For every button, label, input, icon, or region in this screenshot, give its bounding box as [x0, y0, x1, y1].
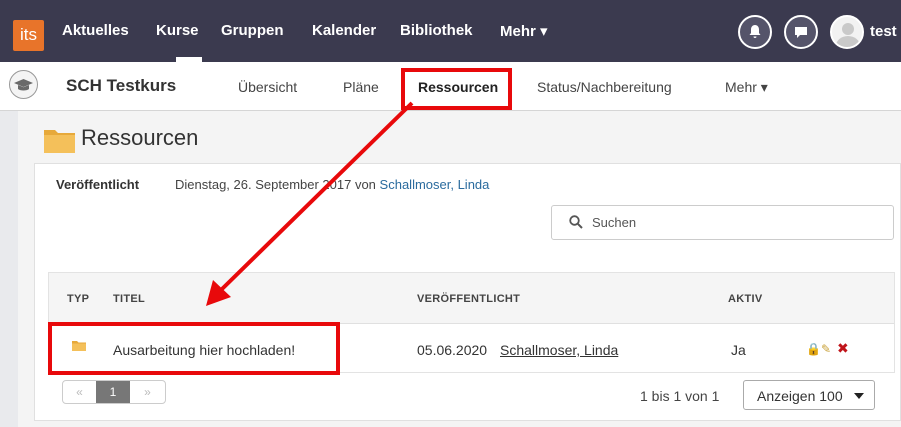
annotation-arrow — [206, 101, 414, 306]
